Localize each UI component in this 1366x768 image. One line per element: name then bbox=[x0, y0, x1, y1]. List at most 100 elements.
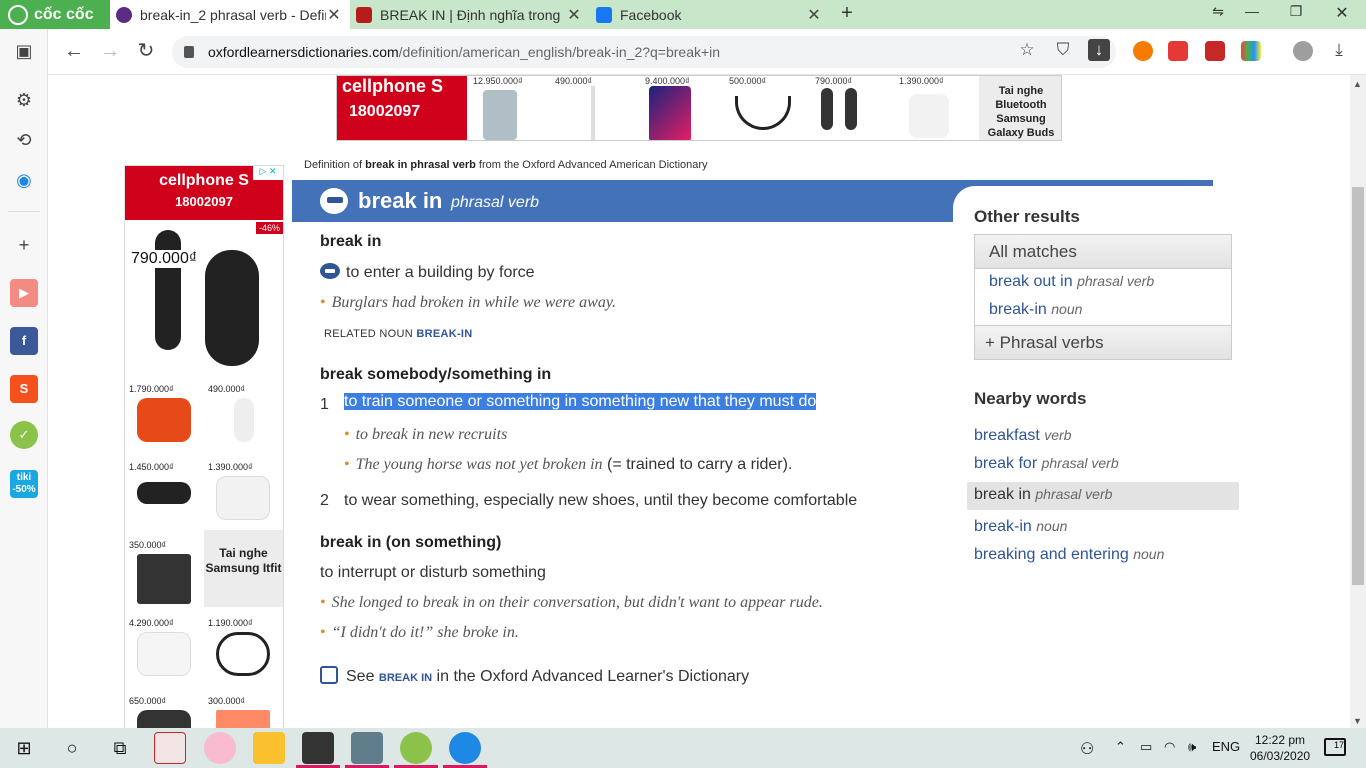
ad-grid-item[interactable]: 1.450.000₫ bbox=[125, 452, 204, 529]
scroll-down-icon[interactable]: ▼ bbox=[1353, 716, 1362, 726]
ad-grid-label: Tai nghe Samsung Itfit bbox=[205, 546, 282, 575]
downloads-icon[interactable]: ⤓ bbox=[1328, 39, 1350, 61]
earbud-image bbox=[205, 250, 259, 366]
close-tab-icon[interactable]: ✕ bbox=[326, 5, 342, 25]
ad-grid-item[interactable]: 1.190.000₫ bbox=[204, 608, 283, 685]
see-link-term[interactable]: BREAK IN bbox=[379, 672, 432, 684]
match-item[interactable]: break out in phrasal verb bbox=[975, 269, 1231, 297]
ad-grid-item[interactable]: 1.790.000₫ bbox=[125, 374, 204, 451]
page-scrollbar[interactable]: ▲ ▼ bbox=[1350, 75, 1366, 728]
close-window-button[interactable]: ✕ bbox=[1330, 3, 1354, 23]
maximize-button[interactable]: ❐ bbox=[1284, 3, 1308, 20]
app-icon[interactable] bbox=[154, 732, 186, 764]
extension-color-icon[interactable] bbox=[1241, 41, 1261, 61]
oxford-key-icon bbox=[320, 188, 348, 214]
example-text: She longed to break in on their conversa… bbox=[331, 594, 823, 611]
ad-product: 500.000₫ bbox=[725, 76, 805, 140]
notification-center-icon[interactable]: 17 bbox=[1324, 738, 1346, 756]
nearby-word-item[interactable]: breakfast verb bbox=[974, 427, 1072, 445]
close-tab-icon[interactable]: ✕ bbox=[566, 5, 582, 25]
nearby-word[interactable]: breakfast bbox=[974, 427, 1040, 444]
address-bar[interactable]: oxfordlearnersdictionaries.com/definitio… bbox=[172, 36, 1116, 68]
tab-oxford[interactable]: break-in_2 phrasal verb - Definition ✕ bbox=[110, 0, 350, 29]
ad-price: 790.000₫ bbox=[815, 76, 853, 86]
nearby-word-item[interactable]: break for phrasal verb bbox=[974, 455, 1119, 473]
nearby-word[interactable]: break for bbox=[974, 455, 1037, 472]
tab-facebook[interactable]: Facebook ✕ bbox=[590, 0, 830, 29]
tray-chevron-icon[interactable]: ⌃ bbox=[1115, 739, 1126, 755]
match-item[interactable]: break-in noun bbox=[975, 297, 1231, 325]
sticky-notes-icon[interactable] bbox=[302, 732, 334, 764]
adchoices-icon[interactable]: ▷ ✕ bbox=[253, 166, 283, 180]
ad-grid-item[interactable]: 490.000₫ bbox=[204, 374, 283, 451]
extension-red-icon[interactable] bbox=[1205, 41, 1225, 61]
facebook-icon[interactable]: f bbox=[10, 327, 38, 355]
nearby-word[interactable]: breaking and entering bbox=[974, 546, 1129, 563]
people-icon[interactable]: ⚇ bbox=[1080, 739, 1094, 759]
new-tab-button[interactable]: + bbox=[836, 2, 858, 25]
nearby-word-item-selected[interactable]: break in phrasal verb bbox=[967, 482, 1239, 510]
back-button[interactable]: ← bbox=[62, 39, 86, 63]
ad-grid-item[interactable]: Tai nghe Samsung Itfit bbox=[204, 530, 283, 607]
battery-icon[interactable]: ▭ bbox=[1140, 739, 1152, 755]
coccoc-leaf-icon[interactable]: ✓ bbox=[10, 421, 38, 449]
nearby-word[interactable]: break-in bbox=[974, 518, 1032, 535]
see-also-link[interactable]: See BREAK IN in the Oxford Advanced Lear… bbox=[320, 666, 749, 686]
forward-button[interactable]: → bbox=[98, 39, 122, 63]
tiki-icon[interactable]: tiki -50% bbox=[10, 470, 38, 498]
match-word[interactable]: break out in bbox=[989, 273, 1073, 290]
file-explorer-icon[interactable] bbox=[253, 732, 285, 764]
facebook-favicon-icon bbox=[596, 6, 612, 23]
ad-grid-item[interactable]: 350.000₫ bbox=[125, 530, 204, 607]
app-icon[interactable] bbox=[351, 732, 383, 764]
minimize-button[interactable]: — bbox=[1240, 3, 1264, 19]
extension-chrome-icon[interactable] bbox=[1133, 41, 1153, 61]
shield-icon[interactable]: ⛉ bbox=[1052, 39, 1074, 61]
tab-search-icon[interactable]: ⇋ bbox=[1206, 3, 1230, 20]
search-circle-icon[interactable]: ○ bbox=[60, 736, 84, 760]
sidebar-toggle-icon[interactable]: ▣ bbox=[10, 37, 38, 65]
scroll-up-icon[interactable]: ▲ bbox=[1353, 79, 1362, 89]
coccoc-taskbar-icon[interactable] bbox=[400, 732, 432, 764]
settings-gear-icon[interactable]: ⚙ bbox=[10, 86, 38, 114]
clock[interactable]: 12:22 pm 06/03/2020 bbox=[1250, 732, 1310, 764]
top-banner-ad[interactable]: cellphone S 18002097 12.950.000₫ 490.000… bbox=[336, 75, 1062, 141]
youtube-icon[interactable]: ▶ bbox=[10, 279, 38, 307]
oxford-3000-key-icon bbox=[320, 263, 340, 279]
phrasal-verbs-expander[interactable]: + Phrasal verbs bbox=[975, 325, 1231, 359]
scrollbar-thumb[interactable] bbox=[1352, 187, 1364, 585]
ad-grid-item[interactable]: 1.390.000₫ bbox=[204, 452, 283, 529]
wifi-icon[interactable]: ◠ bbox=[1164, 739, 1175, 755]
left-skyscraper-ad[interactable]: cellphone S 18002097 ▷ ✕ -46% 790.000₫ 1… bbox=[124, 165, 284, 728]
nearby-word-item[interactable]: break-in noun bbox=[974, 518, 1067, 536]
add-shortcut-icon[interactable]: + bbox=[10, 231, 38, 259]
history-icon[interactable]: ⟲ bbox=[10, 126, 38, 154]
extension-new-icon[interactable] bbox=[1168, 41, 1188, 61]
example-text: “I didn't do it!” she broke in. bbox=[331, 624, 519, 641]
profile-avatar[interactable] bbox=[1293, 41, 1313, 61]
tab-cambridge[interactable]: BREAK IN | Định nghĩa trong ✕ bbox=[350, 0, 590, 29]
nearby-word[interactable]: break in bbox=[974, 486, 1031, 503]
reload-button[interactable]: ↻ bbox=[134, 39, 158, 63]
ad-grid-item[interactable]: 4.290.000₫ bbox=[125, 608, 204, 685]
task-view-icon[interactable]: ⧉ bbox=[108, 736, 132, 760]
windows-start-icon[interactable]: ⊞ bbox=[12, 736, 36, 760]
related-link[interactable]: BREAK-IN bbox=[416, 328, 472, 340]
zalo-icon[interactable] bbox=[449, 732, 481, 764]
shopee-icon[interactable]: S bbox=[10, 375, 38, 403]
oxford-favicon-icon bbox=[116, 6, 132, 23]
match-word[interactable]: break-in bbox=[989, 301, 1047, 318]
input-language[interactable]: ENG bbox=[1212, 739, 1240, 754]
ad-grid-item[interactable]: 300.000₫ bbox=[204, 686, 283, 728]
ad-grid-item[interactable]: 650.000₫ bbox=[125, 686, 204, 728]
volume-icon[interactable]: 🕪 bbox=[1188, 739, 1196, 755]
all-matches-header[interactable]: All matches bbox=[975, 235, 1231, 269]
bookmark-star-icon[interactable]: ☆ bbox=[1016, 39, 1038, 61]
coccoc-menu-button[interactable]: cốc cốc bbox=[0, 0, 110, 29]
nearby-word-item[interactable]: breaking and entering noun bbox=[974, 546, 1164, 564]
messenger-icon[interactable]: ◉ bbox=[10, 166, 38, 194]
close-tab-icon[interactable]: ✕ bbox=[806, 5, 822, 25]
download-media-icon[interactable]: ↓ bbox=[1088, 39, 1110, 61]
selected-text[interactable]: to train someone or something in somethi… bbox=[344, 393, 817, 410]
app-icon[interactable] bbox=[204, 732, 236, 764]
